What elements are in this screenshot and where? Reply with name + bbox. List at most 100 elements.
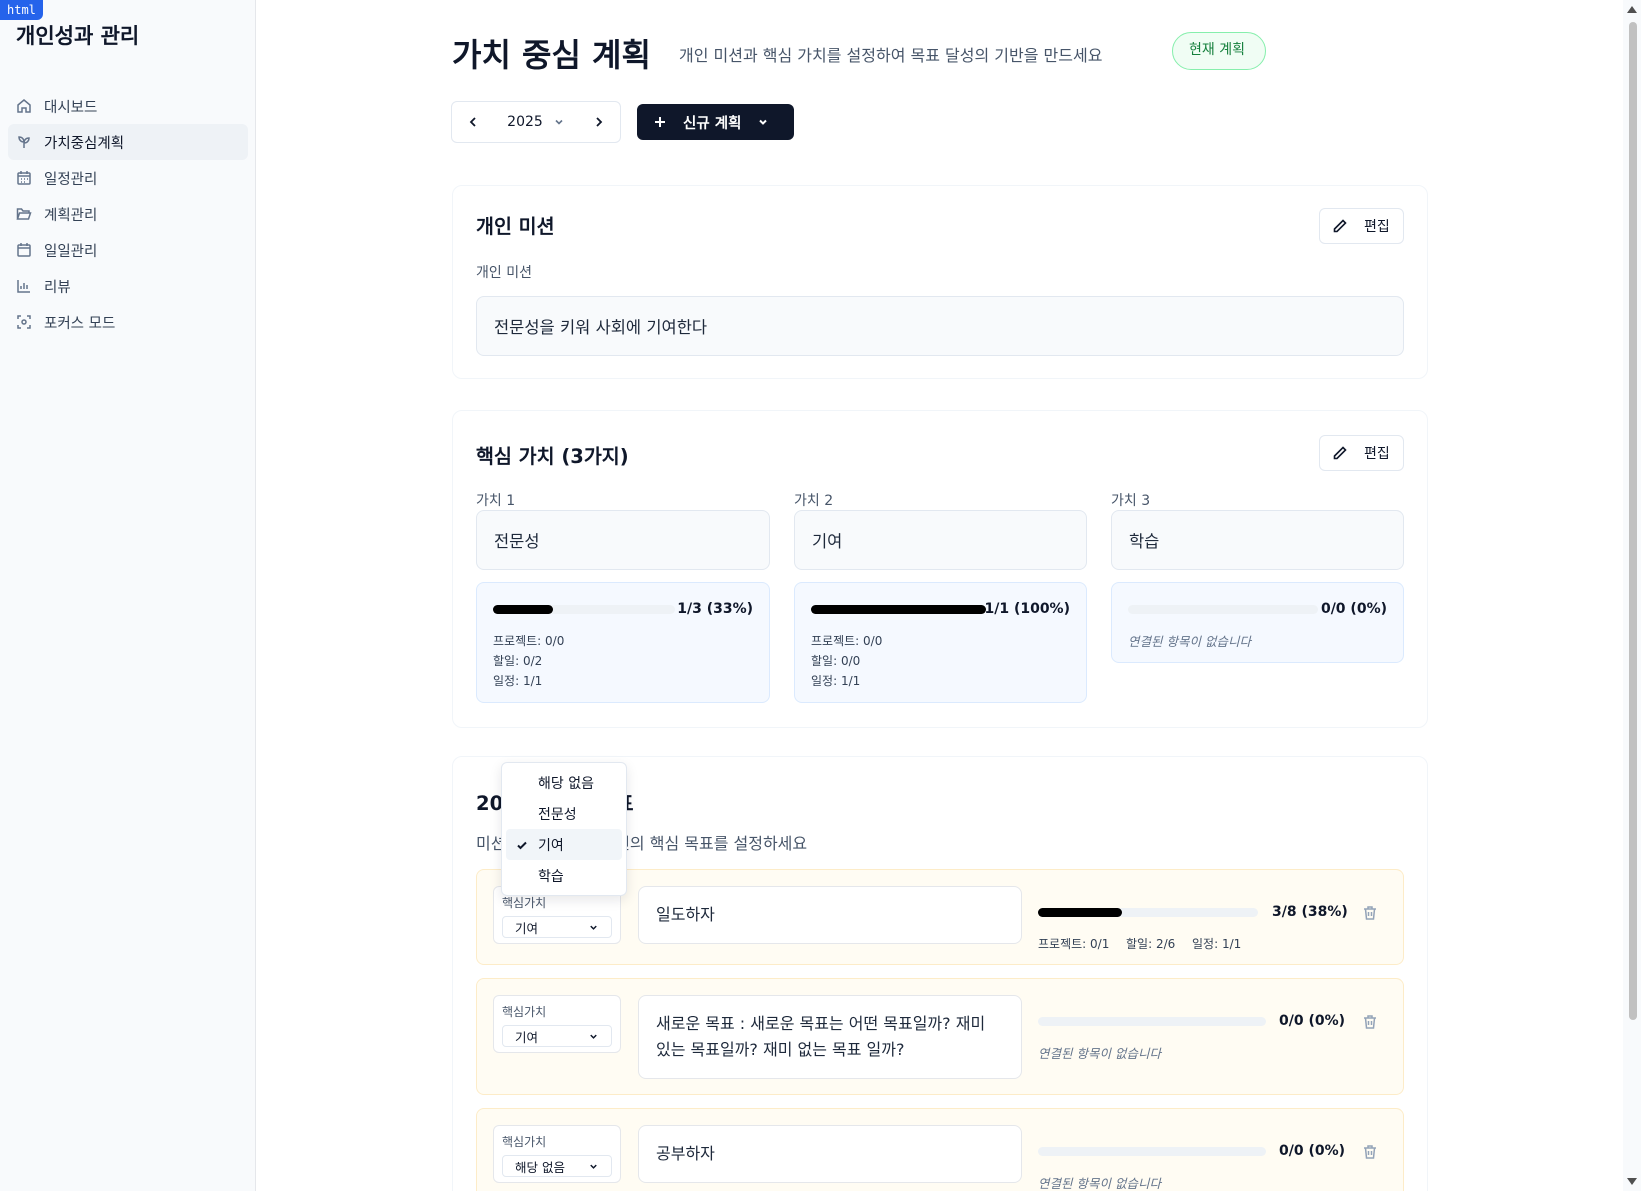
value-3-field[interactable]: 학습 — [1111, 510, 1404, 570]
sidebar-item-label: 일정관리 — [44, 171, 98, 188]
stat-todos: 할일: 2/6 — [1126, 937, 1176, 951]
chevron-down-icon — [590, 1034, 597, 1039]
core-value-selected: 기여 — [515, 920, 539, 936]
page-scrollbar[interactable] — [1623, 0, 1641, 1191]
option-label: 해당 없음 — [538, 775, 594, 792]
scroll-down-arrow-icon[interactable] — [1627, 1178, 1637, 1185]
core-value-select[interactable]: 해당 없음 — [502, 1155, 612, 1177]
goal-progress-bar — [1038, 1147, 1266, 1156]
core-value-select[interactable]: 기여 — [502, 916, 612, 938]
value-2-field[interactable]: 기여 — [794, 510, 1087, 570]
trash-icon[interactable] — [1362, 1014, 1378, 1030]
value-1-field[interactable]: 전문성 — [476, 510, 770, 570]
core-value-selected: 기여 — [515, 1029, 539, 1045]
new-plan-button[interactable]: 신규 계획 — [637, 104, 794, 140]
scroll-up-arrow-icon[interactable] — [1627, 6, 1637, 13]
value-3-stats: 0/0 (0%) 연결된 항목이 없습니다 — [1111, 582, 1404, 663]
core-value-dropdown: 해당 없음 전문성 기여 학습 — [501, 762, 627, 896]
core-value-label: 핵심가치 — [502, 1135, 547, 1149]
sidebar-item-label: 대시보드 — [44, 99, 98, 116]
core-values-edit-button[interactable]: 편집 — [1319, 435, 1404, 471]
core-value-picker: 핵심가치 기여 — [493, 995, 621, 1053]
core-values-title: 핵심 가치 (3가지) — [476, 445, 629, 468]
value-2-stats: 1/1 (100%) 프로젝트: 0/0 할일: 0/0 일정: 1/1 — [794, 582, 1087, 703]
goal-progress-text: 0/0 (0%) — [1279, 1143, 1346, 1159]
stat-schedules: 일정: 1/1 — [811, 674, 861, 688]
page-subtitle: 개인 미션과 핵심 가치를 설정하여 목표 달성의 기반을 만드세요 — [679, 46, 1103, 65]
pencil-icon — [1333, 219, 1347, 233]
year-navigator: 2025 — [451, 101, 621, 143]
page-title: 가치 중심 계획 — [452, 36, 651, 74]
mission-field-label: 개인 미션 — [476, 265, 532, 281]
mission-card: 개인 미션 편집 개인 미션 전문성을 키워 사회에 기여한다 — [452, 185, 1428, 379]
chevron-right-icon[interactable] — [592, 115, 606, 129]
value-1-progress-bar — [493, 605, 675, 614]
value-2-label: 가치 2 — [794, 493, 834, 509]
dropdown-option-expertise[interactable]: 전문성 — [506, 798, 622, 829]
calendar-days-icon — [17, 171, 31, 185]
bar-chart-icon — [17, 280, 30, 293]
pencil-icon — [1333, 446, 1347, 460]
sidebar-item-dashboard[interactable]: 대시보드 — [8, 88, 248, 124]
dropdown-option-none[interactable]: 해당 없음 — [506, 767, 622, 798]
value-2-progress-text: 1/1 (100%) — [984, 601, 1070, 617]
chevron-left-icon[interactable] — [466, 115, 480, 129]
dropdown-option-contribution[interactable]: 기여 — [506, 829, 622, 860]
calendar-icon — [17, 243, 31, 257]
core-value-label: 핵심가치 — [502, 1005, 547, 1019]
value-3-progress-text: 0/0 (0%) — [1320, 601, 1387, 617]
core-value-select[interactable]: 기여 — [502, 1025, 612, 1047]
mission-field[interactable]: 전문성을 키워 사회에 기여한다 — [476, 296, 1404, 356]
new-plan-label: 신규 계획 — [683, 115, 742, 132]
trash-icon[interactable] — [1362, 1144, 1378, 1160]
sprout-icon — [18, 136, 30, 148]
year-value: 2025 — [507, 114, 543, 130]
sidebar-item-daily[interactable]: 일일관리 — [8, 232, 248, 268]
main-content: 가치 중심 계획 개인 미션과 핵심 가치를 설정하여 목표 달성의 기반을 만… — [256, 0, 1623, 1191]
core-value-picker: 핵심가치 해당 없음 — [493, 1125, 621, 1183]
value-1-stats: 1/3 (33%) 프로젝트: 0/0 할일: 0/2 일정: 1/1 — [476, 582, 770, 703]
stat-projects: 프로젝트: 0/1 — [1038, 937, 1110, 951]
home-icon — [17, 99, 31, 113]
year-select[interactable]: 2025 — [507, 114, 565, 130]
app-title: 개인성과 관리 — [16, 24, 140, 48]
trash-icon[interactable] — [1362, 905, 1378, 921]
current-plan-badge: 현재 계획 — [1172, 32, 1266, 70]
goal-progress-bar — [1038, 908, 1258, 917]
sidebar-item-label: 포커스 모드 — [44, 315, 116, 332]
goal-input[interactable]: 공부하자 — [638, 1125, 1022, 1183]
empty-note: 연결된 항목이 없습니다 — [1038, 1176, 1161, 1191]
sidebar-item-schedule[interactable]: 일정관리 — [8, 160, 248, 196]
scrollbar-thumb[interactable] — [1629, 22, 1637, 1020]
sidebar-item-review[interactable]: 리뷰 — [8, 268, 248, 304]
sidebar-item-focus[interactable]: 포커스 모드 — [8, 304, 248, 340]
stat-schedules: 일정: 1/1 — [1192, 937, 1242, 951]
dropdown-option-learning[interactable]: 학습 — [506, 860, 622, 891]
mission-edit-button[interactable]: 편집 — [1319, 208, 1404, 244]
goal-row: 핵심가치 기여 새로운 목표 : 새로운 목표는 어떤 목표일까? 재미 있는 … — [476, 978, 1404, 1095]
option-label: 전문성 — [538, 806, 577, 823]
edit-label: 편집 — [1364, 219, 1390, 235]
stat-projects: 프로젝트: 0/0 — [811, 634, 883, 648]
core-values-card: 핵심 가치 (3가지) 편집 가치 1 전문성 1/3 (33%) 프로젝트: … — [452, 410, 1428, 728]
html-badge: html — [0, 0, 43, 20]
progress-fill — [811, 605, 986, 614]
chevron-down-icon — [759, 119, 768, 125]
value-1-label: 가치 1 — [476, 493, 516, 509]
empty-note: 연결된 항목이 없습니다 — [1038, 1046, 1161, 1061]
goal-input[interactable]: 새로운 목표 : 새로운 목표는 어떤 목표일까? 재미 있는 목표일까? 재미… — [638, 995, 1022, 1079]
focus-icon — [17, 315, 31, 329]
sidebar-item-value-plan[interactable]: 가치중심계획 — [8, 124, 248, 160]
goal-input[interactable]: 일도하자 — [638, 886, 1022, 944]
chevron-down-icon — [555, 119, 563, 125]
stat-projects: 프로젝트: 0/0 — [493, 634, 565, 648]
sidebar-item-plans[interactable]: 계획관리 — [8, 196, 248, 232]
value-3-progress-bar — [1128, 605, 1318, 614]
value-1-progress-text: 1/3 (33%) — [677, 601, 753, 617]
sidebar-item-label: 계획관리 — [44, 207, 98, 224]
value-3-label: 가치 3 — [1111, 493, 1151, 509]
empty-note: 연결된 항목이 없습니다 — [1128, 634, 1251, 649]
sidebar: 개인성과 관리 대시보드 가치중심계획 일정관리 계획관리 일일관리 리뷰 포커… — [0, 0, 256, 1191]
plus-icon — [655, 117, 665, 127]
sidebar-item-label: 리뷰 — [44, 279, 71, 296]
